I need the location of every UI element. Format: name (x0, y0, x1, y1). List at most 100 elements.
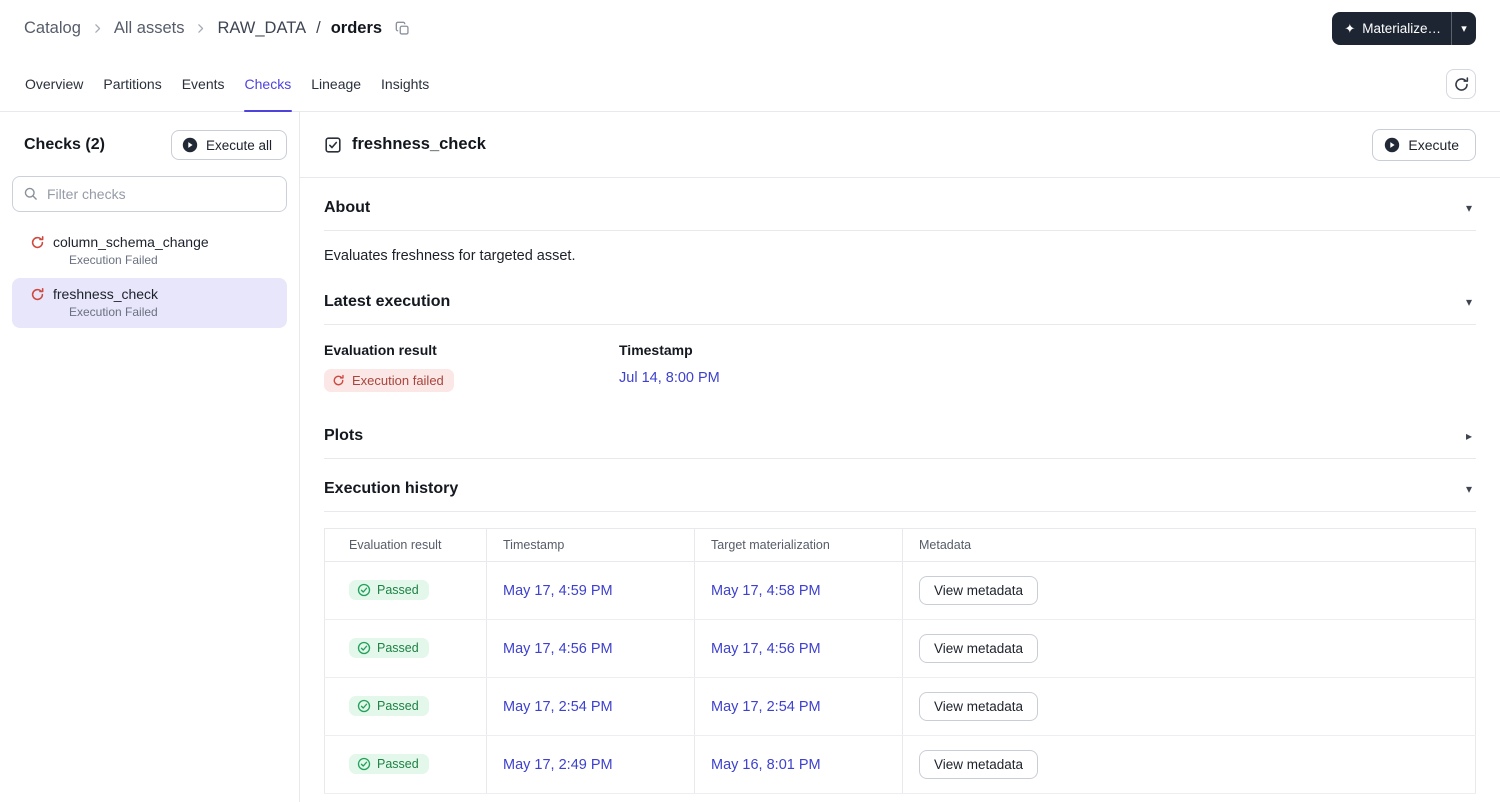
timestamp-link[interactable]: May 17, 2:54 PM (503, 699, 613, 715)
table-row: Passed May 17, 2:54 PM May 17, 2:54 PM V… (324, 677, 1476, 736)
execute-all-label: Execute all (205, 137, 272, 153)
check-detail-panel: freshness_check Execute About ▾ Evaluate… (300, 112, 1500, 802)
passed-badge: Passed (349, 579, 429, 600)
check-name: freshness_check (53, 286, 159, 302)
chevron-right-icon (91, 22, 104, 35)
breadcrumb-all-assets-link[interactable]: All assets (114, 19, 185, 38)
passed-badge: Passed (349, 695, 429, 716)
column-header-evaluation-result: Evaluation result (324, 528, 487, 562)
chevron-down-icon[interactable]: ▾ (1466, 202, 1472, 214)
copy-asset-key-button[interactable] (393, 19, 412, 38)
latest-execution-section-header[interactable]: Latest execution ▾ (324, 272, 1476, 325)
view-metadata-button[interactable]: View metadata (919, 750, 1039, 779)
check-detail-header: freshness_check Execute (300, 112, 1500, 178)
evaluation-result-label: Evaluation result (324, 342, 437, 358)
materialize-split-button: ✦ Materialize… ▾ (1332, 12, 1476, 45)
target-materialization-link[interactable]: May 17, 2:54 PM (711, 699, 821, 715)
chevron-right-icon[interactable]: ▸ (1466, 430, 1472, 442)
about-section-header[interactable]: About ▾ (324, 178, 1476, 231)
breadcrumb-group-link[interactable]: RAW_DATA (217, 19, 306, 38)
content-area: Checks (2) Execute all column_schema_cha… (0, 112, 1500, 802)
latest-execution-grid: Evaluation result Timestamp Execution fa… (324, 325, 1476, 406)
asset-tab-bar: Overview Partitions Events Checks Lineag… (0, 57, 1500, 112)
latest-timestamp-link[interactable]: Jul 14, 8:00 PM (619, 370, 720, 386)
view-metadata-button[interactable]: View metadata (919, 576, 1039, 605)
check-status: Execution Failed (69, 305, 158, 319)
tab-overview[interactable]: Overview (24, 57, 84, 111)
check-name: column_schema_change (53, 234, 209, 250)
chevron-right-icon (194, 22, 207, 35)
check-title: freshness_check (352, 135, 486, 153)
chevron-down-icon[interactable]: ▾ (1466, 296, 1472, 308)
check-failed-icon (30, 287, 45, 302)
tabs: Overview Partitions Events Checks Lineag… (24, 57, 430, 112)
timestamp-label: Timestamp (619, 342, 693, 358)
search-icon (23, 186, 38, 201)
view-metadata-button[interactable]: View metadata (919, 634, 1039, 663)
passed-badge: Passed (349, 753, 429, 774)
breadcrumb-catalog-link[interactable]: Catalog (24, 19, 81, 38)
passed-badge-label: Passed (377, 756, 419, 771)
check-circle-icon (357, 641, 371, 655)
page-title: orders (330, 19, 383, 37)
checks-sidebar: Checks (2) Execute all column_schema_cha… (0, 112, 300, 802)
tab-checks[interactable]: Checks (243, 57, 293, 112)
materialize-button[interactable]: ✦ Materialize… (1332, 12, 1451, 45)
play-circle-icon (1384, 137, 1400, 153)
plots-title: Plots (324, 427, 364, 444)
execute-button[interactable]: Execute (1372, 128, 1476, 161)
refresh-button[interactable] (1446, 69, 1476, 99)
sparkle-icon: ✦ (1344, 21, 1356, 36)
passed-badge: Passed (349, 637, 429, 658)
table-header-row: Evaluation result Timestamp Target mater… (324, 528, 1476, 562)
check-failed-icon (30, 235, 45, 250)
asset-check-icon (324, 136, 342, 154)
execution-history-section-header[interactable]: Execution history ▾ (324, 459, 1476, 512)
check-circle-icon (357, 757, 371, 771)
sidebar-header: Checks (2) Execute all (0, 112, 299, 174)
chevron-down-icon[interactable]: ▾ (1466, 483, 1472, 495)
execution-failed-badge: Execution failed (324, 369, 454, 392)
tab-partitions[interactable]: Partitions (102, 57, 162, 111)
play-circle-icon (182, 137, 198, 153)
latest-execution-title: Latest execution (324, 293, 451, 310)
passed-badge-label: Passed (377, 640, 419, 655)
checks-count-title: Checks (2) (24, 136, 105, 153)
column-header-target-materialization: Target materialization (694, 528, 903, 562)
check-list: column_schema_change Execution Failed fr… (0, 226, 299, 330)
passed-badge-label: Passed (377, 582, 419, 597)
column-header-metadata: Metadata (902, 528, 1476, 562)
plots-section-header[interactable]: Plots ▸ (324, 406, 1476, 459)
target-materialization-link[interactable]: May 16, 8:01 PM (711, 757, 821, 773)
check-status: Execution Failed (69, 253, 158, 267)
materialize-button-label: Materialize… (1362, 21, 1441, 36)
timestamp-link[interactable]: May 17, 4:56 PM (503, 641, 613, 657)
filter-checks-input[interactable] (12, 176, 287, 212)
target-materialization-link[interactable]: May 17, 4:58 PM (711, 583, 821, 599)
check-list-item-freshness-check[interactable]: freshness_check Execution Failed (12, 278, 287, 328)
tab-lineage[interactable]: Lineage (310, 57, 362, 111)
timestamp-link[interactable]: May 17, 2:49 PM (503, 757, 613, 773)
breadcrumb-slash: / (316, 19, 321, 37)
execution-failed-badge-label: Execution failed (352, 373, 444, 388)
table-row: Passed May 17, 2:49 PM May 16, 8:01 PM V… (324, 735, 1476, 794)
table-row: Passed May 17, 4:59 PM May 17, 4:58 PM V… (324, 561, 1476, 620)
view-metadata-button[interactable]: View metadata (919, 692, 1039, 721)
column-header-timestamp: Timestamp (486, 528, 695, 562)
check-list-item-column-schema-change[interactable]: column_schema_change Execution Failed (12, 226, 287, 276)
check-circle-icon (357, 583, 371, 597)
execution-history-table: Evaluation result Timestamp Target mater… (324, 528, 1476, 794)
filter-checks-wrap (12, 176, 287, 212)
top-bar: Catalog All assets RAW_DATA / orders ✦ M… (0, 0, 1500, 57)
target-materialization-link[interactable]: May 17, 4:56 PM (711, 641, 821, 657)
tab-insights[interactable]: Insights (380, 57, 430, 111)
tab-events[interactable]: Events (181, 57, 226, 111)
check-circle-icon (357, 699, 371, 713)
execution-history-title: Execution history (324, 480, 459, 497)
check-detail-body: About ▾ Evaluates freshness for targeted… (300, 178, 1500, 794)
check-failed-icon (332, 374, 345, 387)
materialize-dropdown-button[interactable]: ▾ (1451, 12, 1476, 45)
timestamp-link[interactable]: May 17, 4:59 PM (503, 583, 613, 599)
about-title: About (324, 199, 371, 216)
execute-all-button[interactable]: Execute all (170, 130, 287, 160)
